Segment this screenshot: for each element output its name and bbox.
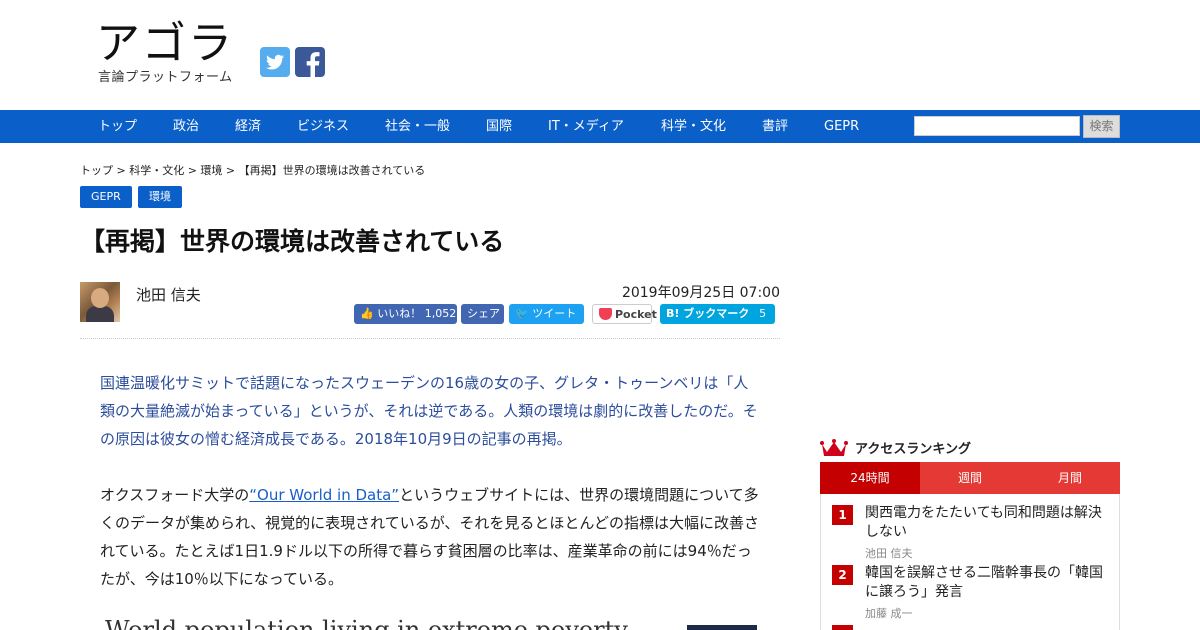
article-figure: World population living in extreme pover…: [100, 618, 760, 630]
pocket-button[interactable]: Pocket: [592, 304, 657, 324]
figure-caption: World population living in extreme pover…: [105, 618, 628, 630]
nav-item-politics[interactable]: 政治: [173, 110, 199, 143]
tab-monthly[interactable]: 月間: [1020, 462, 1120, 494]
crown-icon: [820, 439, 848, 456]
ranking-tabs: 24時間 週間 月間: [820, 462, 1120, 494]
breadcrumb[interactable]: トップ > 科学・文化 > 環境 > 【再掲】世界の環境は改善されている: [80, 162, 425, 178]
para-text-before: オクスフォード大学の: [100, 486, 250, 504]
author-avatar[interactable]: [80, 282, 120, 322]
nav-item-gepr[interactable]: GEPR: [824, 110, 859, 143]
hatena-label: B! ブックマーク: [666, 307, 750, 320]
rank-number: 2: [832, 565, 853, 585]
rank-title[interactable]: 韓国を誤解させる二階幹事長の「韓国に譲ろう」発言: [865, 564, 1110, 602]
ranking-title: アクセスランキング: [855, 442, 971, 457]
article-lead: 国連温暖化サミットで話題になったスウェーデンの16歳の女の子、グレタ・トゥーンベ…: [100, 374, 758, 448]
author-name[interactable]: 池田 信夫: [136, 284, 201, 305]
logo-sub-text: 言論プラットフォーム: [98, 70, 233, 85]
rank-number: 3: [832, 625, 853, 630]
hatena-bookmark-button[interactable]: B! ブックマーク 5: [660, 304, 775, 324]
like-label: いいね！: [377, 307, 422, 320]
pocket-label: Pocket: [615, 308, 657, 321]
nav-item-science-culture[interactable]: 科学・文化: [661, 110, 726, 143]
site-logo[interactable]: アゴラ 言論プラットフォーム: [96, 18, 246, 86]
search-input[interactable]: [914, 116, 1080, 136]
facebook-icon[interactable]: [295, 47, 325, 77]
site-header: アゴラ 言論プラットフォーム: [0, 0, 1200, 110]
main-nav: トップ 政治 経済 ビジネス 社会・一般 国際 IT・メディア 科学・文化 書評…: [0, 110, 1200, 143]
facebook-like-button[interactable]: 👍 いいね！ 1,052: [354, 304, 457, 324]
nav-item-society[interactable]: 社会・一般: [385, 110, 450, 143]
logo-main-text: アゴラ: [96, 18, 234, 69]
article-date: 2019年09月25日 07:00: [621, 285, 780, 301]
hatena-count: 5: [759, 307, 767, 320]
nav-item-business[interactable]: ビジネス: [297, 110, 349, 143]
tag-gepr[interactable]: GEPR: [80, 186, 132, 208]
pocket-icon: [599, 308, 612, 320]
nav-item-international[interactable]: 国際: [486, 110, 512, 143]
rank-author[interactable]: 池田 信夫: [865, 545, 913, 561]
facebook-share-button[interactable]: シェア: [461, 304, 504, 324]
nav-item-it-media[interactable]: IT・メディア: [548, 110, 624, 143]
thumbs-up-icon: 👍: [360, 307, 374, 320]
tweet-button[interactable]: 🐦 ツイート: [509, 304, 584, 324]
search-button[interactable]: 検索: [1083, 115, 1120, 138]
twitter-icon[interactable]: [260, 47, 290, 77]
rank-number: 1: [832, 505, 853, 525]
tweet-label: ツイート: [532, 307, 577, 320]
tag-environment[interactable]: 環境: [138, 186, 182, 208]
tab-24h[interactable]: 24時間: [820, 462, 920, 494]
twitter-bird-icon: 🐦: [515, 307, 529, 320]
article-title: 【再掲】世界の環境は改善されている: [80, 227, 505, 256]
nav-item-top[interactable]: トップ: [98, 110, 137, 143]
divider: [80, 338, 780, 339]
our-world-in-data-link[interactable]: “Our World in Data”: [249, 486, 399, 504]
ranking-list: 1 関西電力をたたいても同和問題は解決しない 池田 信夫 2 韓国を誤解させる二…: [820, 494, 1120, 630]
nav-item-economy[interactable]: 経済: [235, 110, 261, 143]
article-paragraph: オクスフォード大学の“Our World in Data”というウェブサイトには…: [100, 481, 760, 593]
tab-weekly[interactable]: 週間: [920, 462, 1020, 494]
rank-author[interactable]: 加藤 成一: [865, 605, 913, 621]
like-count: 1,052: [424, 307, 457, 320]
nav-item-book-review[interactable]: 書評: [762, 110, 788, 143]
figure-logo-box: [687, 625, 757, 630]
rank-title[interactable]: 関西電力をたたいても同和問題は解決しない: [865, 504, 1110, 542]
